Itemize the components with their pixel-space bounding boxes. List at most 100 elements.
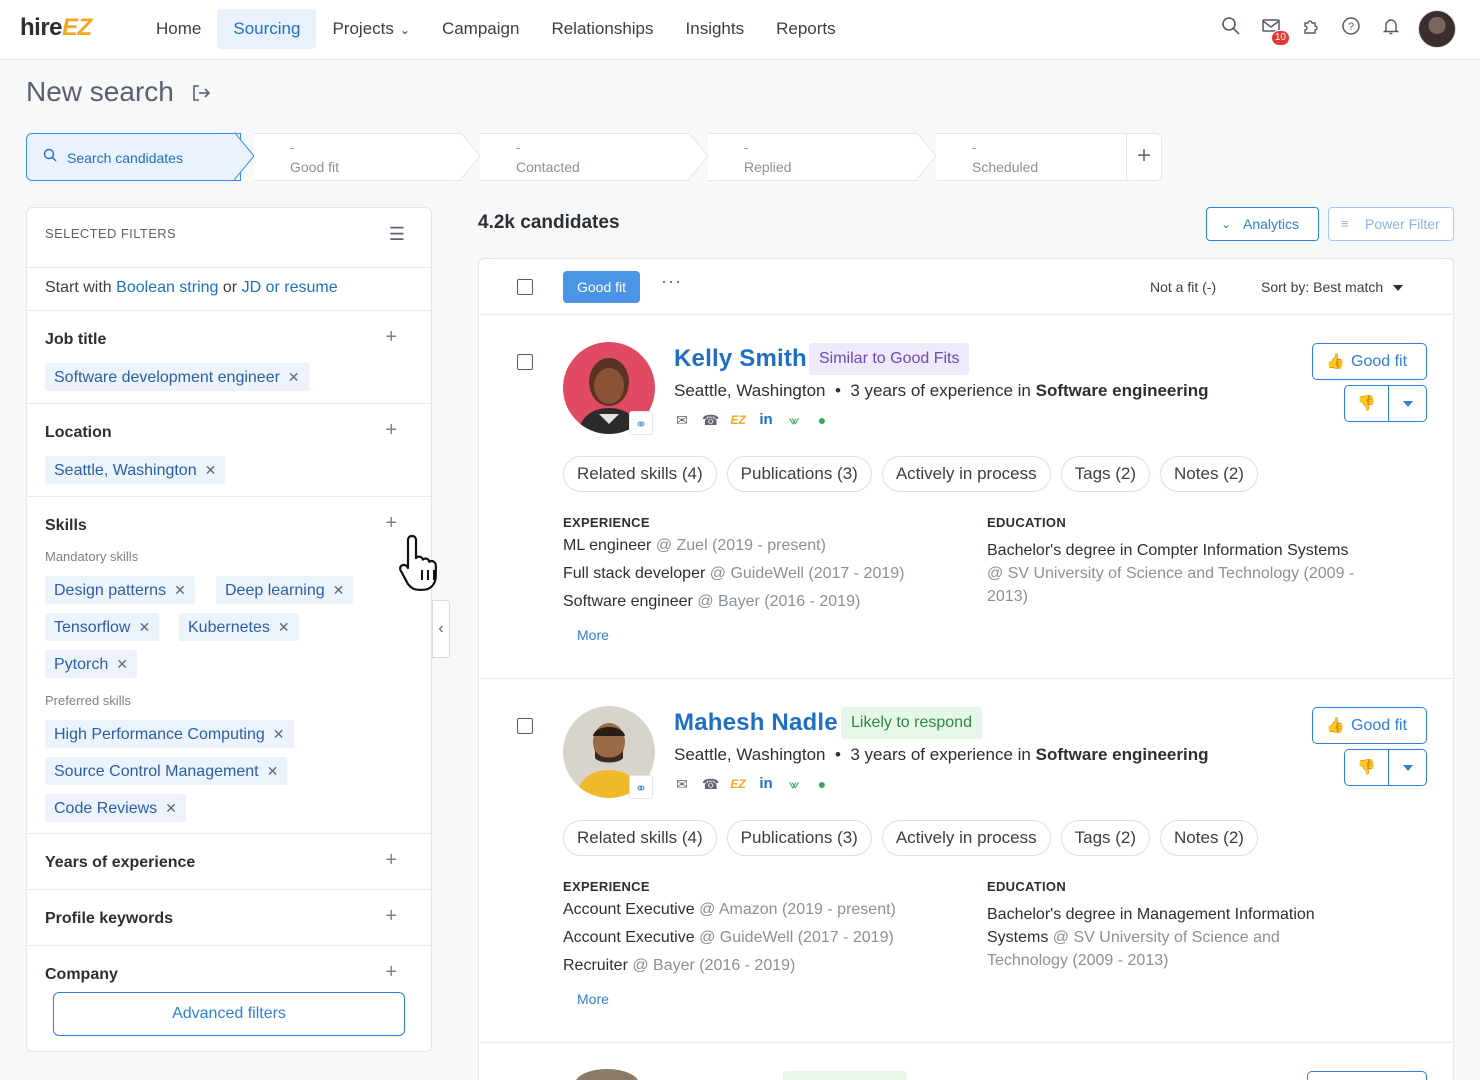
linkedin-icon[interactable]: in (758, 776, 774, 792)
select-all-checkbox[interactable] (517, 279, 533, 295)
more-link[interactable]: More (577, 627, 609, 643)
filter-chip[interactable]: Tensorflow ✕ (45, 613, 160, 641)
years-section[interactable]: Years of experience + (27, 833, 431, 889)
caret-down-icon[interactable] (1403, 765, 1413, 771)
filter-chip[interactable]: Deep learning ✕ (216, 576, 354, 604)
hireez-icon[interactable]: EZ (730, 412, 746, 428)
location-pin-icon[interactable]: ● (814, 776, 830, 792)
close-icon[interactable]: ✕ (273, 726, 285, 742)
list-icon[interactable]: ☰ (389, 224, 405, 245)
advanced-filters-button[interactable]: Advanced filters (53, 992, 405, 1036)
bell-icon[interactable] (1378, 16, 1404, 42)
puzzle-icon[interactable] (1298, 16, 1324, 42)
thumbs-down-icon[interactable]: 👎 (1345, 750, 1389, 785)
search-icon[interactable] (1218, 16, 1244, 42)
user-avatar[interactable] (1418, 10, 1456, 48)
add-step-button[interactable]: + (1126, 133, 1162, 181)
phone-icon[interactable]: ☎ (702, 412, 719, 428)
candidate-name[interactable]: Mahesh Nadle (674, 709, 838, 737)
nav-sourcing[interactable]: Sourcing (217, 9, 317, 49)
messages-icon[interactable]: 10 (1258, 16, 1290, 46)
github-icon[interactable]: ⩖ (786, 776, 802, 792)
nav-reports[interactable]: Reports (760, 9, 852, 49)
close-icon[interactable]: ✕ (138, 619, 150, 635)
pill-tags[interactable]: Tags (2) (1060, 820, 1151, 856)
candidate-checkbox[interactable] (517, 718, 533, 734)
jd-resume-link[interactable]: JD or resume (242, 279, 338, 296)
power-filter-button[interactable]: ≡ Power Filter (1328, 207, 1454, 241)
collapse-panel-button[interactable]: ‹ (432, 600, 450, 658)
filter-chip[interactable]: Code Reviews ✕ (45, 794, 186, 822)
thumbs-down-icon[interactable]: 👎 (1345, 386, 1389, 421)
share-icon[interactable]: ⚭ (629, 411, 653, 435)
good-fit-button[interactable] (1307, 1071, 1427, 1080)
nav-projects[interactable]: Projects ⌄ (316, 9, 425, 49)
filter-chip[interactable]: Pytorch ✕ (45, 650, 137, 678)
pill-notes[interactable]: Notes (2) (1160, 456, 1258, 492)
candidate-name[interactable]: Kelly Smith (674, 345, 807, 373)
phone-icon[interactable]: ☎ (702, 776, 719, 792)
candidate-checkbox[interactable] (517, 354, 533, 370)
pill-publications[interactable]: Publications (3) (726, 820, 872, 856)
step-replied[interactable]: - Replied (708, 133, 918, 181)
add-icon[interactable]: + (385, 849, 397, 872)
email-icon[interactable]: ✉ (674, 412, 690, 428)
filter-chip[interactable]: Kubernetes ✕ (179, 613, 299, 641)
close-icon[interactable]: ✕ (205, 462, 217, 478)
nav-insights[interactable]: Insights (670, 9, 761, 49)
step-contacted[interactable]: - Contacted (480, 133, 690, 181)
filter-chip[interactable]: Software development engineer ✕ (45, 363, 309, 391)
location-pin-icon[interactable]: ● (814, 412, 830, 428)
close-icon[interactable]: ✕ (333, 582, 345, 598)
pill-notes[interactable]: Notes (2) (1160, 820, 1258, 856)
step-scheduled[interactable]: - Scheduled (936, 133, 1126, 181)
linkedin-icon[interactable]: in (758, 412, 774, 428)
more-options-icon[interactable]: ··· (661, 271, 682, 292)
nav-relationships[interactable]: Relationships (535, 9, 669, 49)
close-icon[interactable]: ✕ (278, 619, 290, 635)
good-fit-button[interactable]: 👍 Good fit (1312, 707, 1427, 744)
close-icon[interactable]: ✕ (174, 582, 186, 598)
more-link[interactable]: More (577, 991, 609, 1007)
share-icon[interactable]: ⚭ (629, 775, 653, 799)
close-icon[interactable]: ✕ (267, 763, 279, 779)
close-icon[interactable]: ✕ (165, 800, 177, 816)
help-icon[interactable]: ? (1338, 16, 1364, 42)
exit-icon[interactable] (190, 82, 212, 104)
not-a-fit-filter[interactable]: Not a fit (-) (1150, 279, 1216, 295)
nav-home[interactable]: Home (140, 9, 217, 49)
pill-related-skills[interactable]: Related skills (4) (563, 456, 717, 492)
filter-chip[interactable]: Source Control Management ✕ (45, 757, 288, 785)
github-icon[interactable]: ⩖ (786, 412, 802, 428)
good-fit-action-button[interactable]: Good fit (563, 271, 641, 303)
pill-tags[interactable]: Tags (2) (1060, 456, 1151, 492)
pill-process[interactable]: Actively in process (881, 456, 1051, 492)
not-fit-split-button[interactable]: 👎 (1344, 385, 1427, 422)
good-fit-button[interactable]: 👍 Good fit (1312, 343, 1427, 380)
add-icon[interactable]: + (385, 905, 397, 928)
add-icon[interactable]: + (385, 961, 397, 984)
close-icon[interactable]: ✕ (116, 656, 128, 672)
filter-chip[interactable]: High Performance Computing ✕ (45, 720, 294, 748)
add-icon[interactable]: + (385, 512, 397, 535)
pill-publications[interactable]: Publications (3) (726, 456, 872, 492)
sort-dropdown[interactable]: Sort by: Best match (1261, 279, 1404, 295)
email-icon[interactable]: ✉ (674, 776, 690, 792)
keywords-section[interactable]: Profile keywords + (27, 889, 431, 945)
add-icon[interactable]: + (385, 326, 397, 349)
pill-process[interactable]: Actively in process (881, 820, 1051, 856)
hireez-icon[interactable]: EZ (730, 776, 746, 792)
close-icon[interactable]: ✕ (288, 369, 300, 385)
caret-down-icon[interactable] (1403, 401, 1413, 407)
step-good-fit[interactable]: - Good fit (254, 133, 462, 181)
boolean-string-link[interactable]: Boolean string (116, 279, 218, 296)
step-search-candidates[interactable]: Search candidates (26, 133, 241, 181)
analytics-button[interactable]: ⌄ Analytics (1206, 207, 1319, 241)
add-icon[interactable]: + (385, 419, 397, 442)
not-fit-split-button[interactable]: 👎 (1344, 749, 1427, 786)
nav-campaign[interactable]: Campaign (426, 9, 536, 49)
filter-chip[interactable]: Seattle, Washington ✕ (45, 456, 226, 484)
pill-related-skills[interactable]: Related skills (4) (563, 820, 717, 856)
filter-chip[interactable]: Design patterns ✕ (45, 576, 195, 604)
hireez-logo[interactable]: hireEZ (20, 14, 92, 42)
